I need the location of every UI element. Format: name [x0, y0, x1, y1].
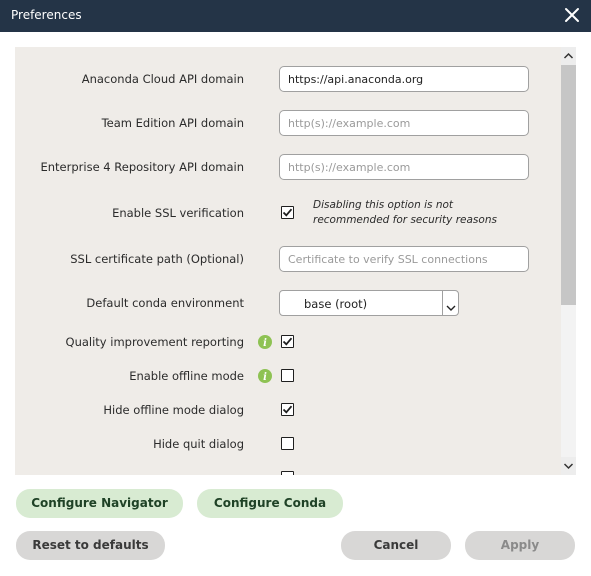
offline-label: Enable offline mode	[129, 369, 244, 383]
cut-off-checkbox[interactable]	[281, 471, 294, 475]
svg-text:i: i	[263, 338, 267, 349]
cloud-api-label: Anaconda Cloud API domain	[81, 72, 244, 86]
conda-env-label: Default conda environment	[86, 296, 244, 310]
ssl-cert-label: SSL certificate path (Optional)	[70, 252, 244, 266]
close-icon[interactable]	[561, 4, 583, 26]
scroll-up-icon[interactable]	[561, 47, 576, 65]
preferences-dialog: Preferences Anaconda Cloud API domain ht…	[0, 0, 591, 576]
hide-offline-label: Hide offline mode dialog	[103, 403, 244, 417]
cancel-button[interactable]: Cancel	[341, 531, 451, 560]
chevron-down-icon[interactable]	[445, 298, 457, 317]
check-icon	[282, 405, 293, 414]
scroll-down-icon[interactable]	[561, 457, 576, 475]
hide-quit-label: Hide quit dialog	[153, 437, 244, 451]
offline-checkbox[interactable]	[281, 369, 294, 382]
preferences-panel: Anaconda Cloud API domain https://api.an…	[15, 47, 561, 475]
scroll-thumb[interactable]	[561, 65, 576, 305]
select-divider	[442, 291, 443, 315]
ssl-verify-label: Enable SSL verification	[112, 206, 244, 220]
info-icon[interactable]: i	[258, 335, 272, 349]
hide-offline-checkbox[interactable]	[281, 403, 294, 416]
info-icon[interactable]: i	[258, 369, 272, 383]
dialog-title: Preferences	[11, 8, 82, 22]
enterprise-api-input[interactable]: http(s)://example.com	[279, 154, 529, 180]
quality-checkbox[interactable]	[281, 335, 294, 348]
team-api-label: Team Edition API domain	[101, 116, 244, 130]
check-icon	[282, 208, 293, 217]
configure-conda-button[interactable]: Configure Conda	[197, 489, 343, 518]
cloud-api-input[interactable]: https://api.anaconda.org	[279, 66, 529, 92]
team-api-input[interactable]: http(s)://example.com	[279, 110, 529, 136]
ssl-cert-input[interactable]: Certificate to verify SSL connections	[279, 246, 529, 272]
conda-env-value: base (root)	[304, 297, 368, 311]
hide-quit-checkbox[interactable]	[281, 437, 294, 450]
configure-navigator-button[interactable]: Configure Navigator	[16, 489, 183, 518]
reset-defaults-button[interactable]: Reset to defaults	[16, 531, 165, 560]
check-icon	[282, 337, 293, 346]
quality-label: Quality improvement reporting	[65, 335, 244, 349]
title-bar: Preferences	[0, 0, 591, 32]
ssl-warning-note: Disabling this option is not recommended…	[313, 199, 497, 226]
ssl-verify-checkbox[interactable]	[281, 206, 294, 219]
conda-env-select[interactable]: base (root)	[279, 290, 459, 316]
svg-text:i: i	[263, 372, 267, 383]
enterprise-api-label: Enterprise 4 Repository API domain	[40, 160, 244, 174]
apply-button[interactable]: Apply	[465, 531, 575, 560]
vertical-scrollbar[interactable]	[561, 47, 576, 475]
